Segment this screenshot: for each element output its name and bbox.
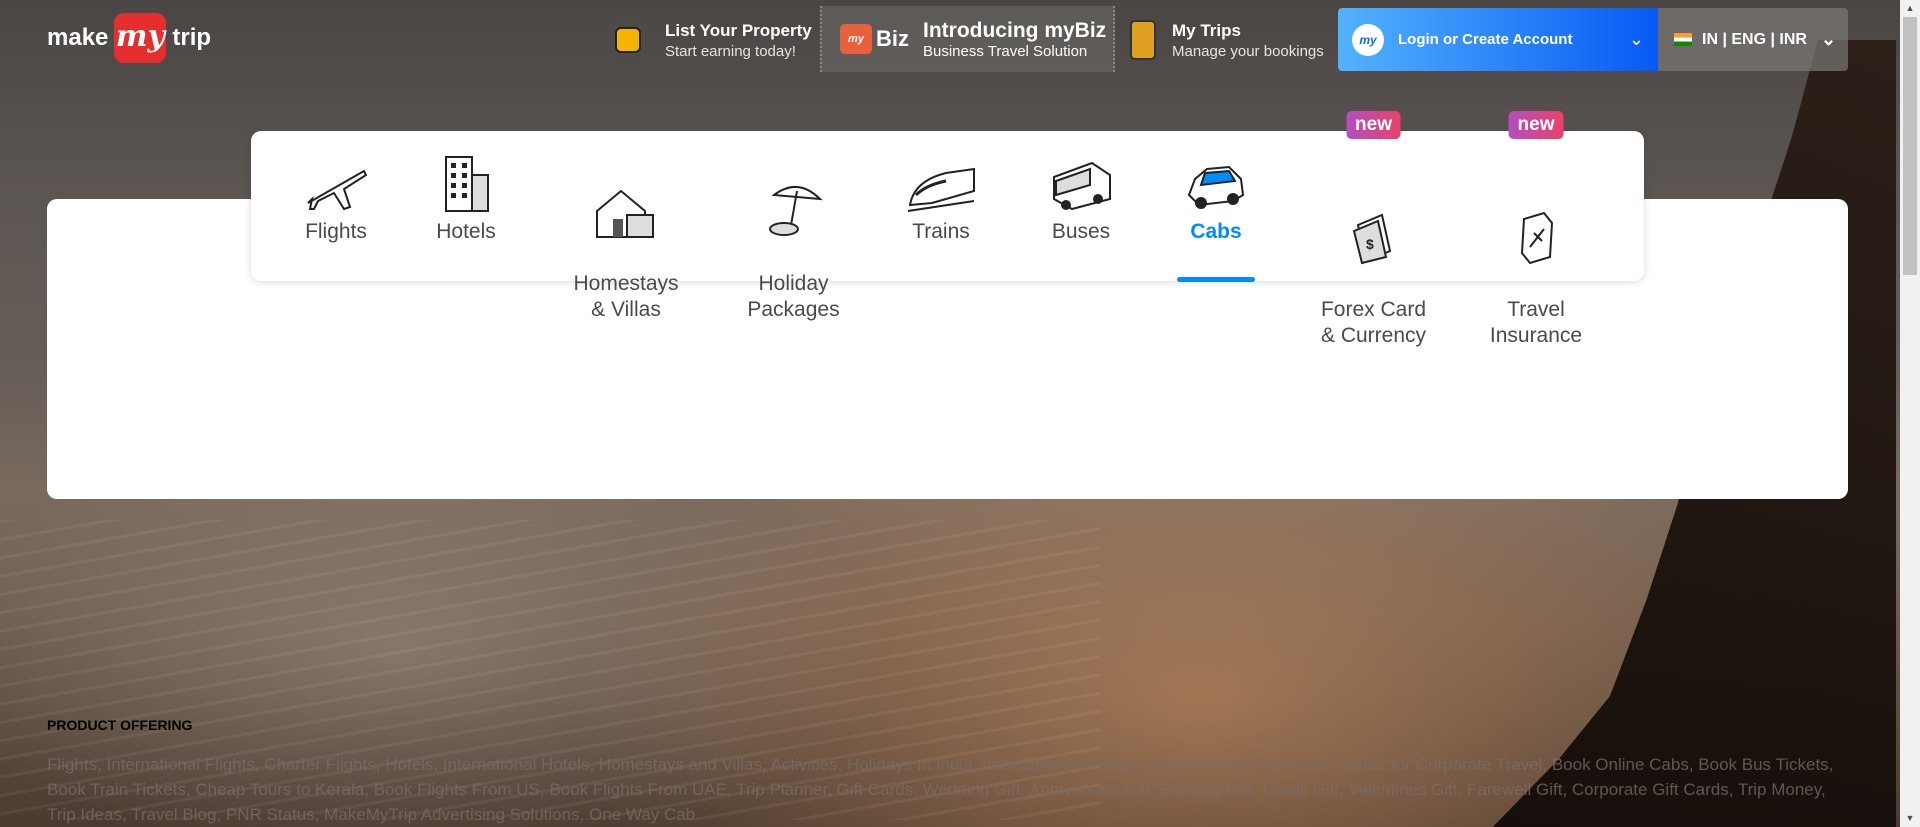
forex-card-icon: $ — [1316, 195, 1431, 265]
beach-umbrella-icon — [731, 169, 856, 239]
nav-label-buses: Buses — [1051, 220, 1111, 243]
nav-label-hotels: Hotels — [436, 220, 496, 243]
user-avatar-icon: my — [1352, 23, 1384, 56]
mybiz-logo-word: Biz — [876, 26, 909, 51]
cab-icon — [1166, 143, 1266, 213]
logo-make: make — [47, 24, 109, 51]
house-icon — [561, 169, 691, 239]
vertical-scrollbar[interactable]: ▲ ▼ — [1900, 0, 1920, 827]
product-offering-title: PRODUCT OFFERING — [47, 717, 193, 733]
list-property-subtitle: Start earning today! — [665, 42, 796, 60]
suitcase-icon — [1130, 20, 1156, 60]
insurance-shield-icon — [1486, 195, 1586, 265]
train-icon — [891, 143, 991, 213]
product-nav: Flights Hotels Homestays & Villas Holida… — [251, 111, 1644, 347]
mybiz-title: Introducing myBiz — [923, 18, 1107, 42]
nav-item-holiday-packages[interactable]: Holiday Packages — [731, 131, 856, 321]
mybiz-subtitle: Business Travel Solution — [923, 42, 1088, 60]
my-trips-link[interactable]: My Trips Manage your bookings — [1130, 10, 1324, 70]
new-badge: new — [1508, 111, 1564, 139]
nav-item-travel-insurance[interactable]: new Travel Insurance — [1486, 111, 1586, 347]
top-header: make my trip List Your Property Start ea… — [0, 0, 1900, 80]
nav-label-cabs: Cabs — [1190, 220, 1242, 243]
nav-label-homestays: Homestays & Villas — [573, 272, 679, 321]
india-flag-icon — [1674, 33, 1692, 46]
logo-trip: trip — [172, 24, 212, 51]
makemytrip-logo[interactable]: make my trip — [47, 13, 211, 63]
nav-item-hotels[interactable]: Hotels — [421, 131, 511, 281]
chevron-down-icon: ⌄ — [1628, 29, 1644, 49]
airplane-icon — [281, 143, 391, 213]
my-trips-subtitle: Manage your bookings — [1172, 42, 1324, 60]
scroll-down-arrow-icon[interactable]: ▼ — [1900, 810, 1920, 827]
nav-item-trains[interactable]: Trains — [891, 131, 991, 281]
nav-label-forex: Forex Card & Currency — [1320, 298, 1427, 347]
hotel-icon — [421, 143, 511, 213]
scrollbar-thumb[interactable] — [1903, 17, 1917, 275]
nav-item-homestays[interactable]: Homestays & Villas — [561, 131, 691, 321]
locale-selector[interactable]: IN | ENG | INR ⌄ — [1658, 8, 1848, 71]
briefcase-icon: my — [840, 24, 872, 54]
list-property-title: List Your Property — [665, 20, 812, 40]
nav-label-holiday-packages: Holiday Packages — [747, 272, 840, 321]
login-label: Login or Create Account — [1398, 31, 1573, 48]
mybiz-link[interactable]: my Biz Introducing myBiz Business Travel… — [820, 6, 1115, 72]
scroll-up-arrow-icon[interactable]: ▲ — [1900, 0, 1920, 17]
mybiz-logo: my Biz — [840, 24, 909, 54]
house-key-icon — [604, 16, 652, 64]
nav-label-travel-insurance: Travel Insurance — [1489, 298, 1583, 347]
login-button[interactable]: my Login or Create Account ⌄ — [1338, 8, 1658, 71]
my-trips-title: My Trips — [1172, 20, 1241, 40]
nav-label-flights: Flights — [305, 220, 367, 243]
chevron-down-icon: ⌄ — [1820, 29, 1837, 49]
bus-icon — [1031, 143, 1131, 213]
nav-label-trains: Trains — [912, 220, 970, 243]
new-badge: new — [1346, 111, 1401, 139]
svg-text:$: $ — [1366, 236, 1374, 252]
locale-label: IN | ENG | INR — [1702, 30, 1807, 48]
nav-item-buses[interactable]: Buses — [1031, 131, 1131, 281]
nav-item-flights[interactable]: Flights — [281, 131, 391, 281]
logo-my-badge: my — [114, 13, 167, 63]
product-offering-links[interactable]: Flights, International Flights, Charter … — [47, 752, 1847, 827]
nav-item-cabs[interactable]: Cabs — [1166, 131, 1266, 282]
list-property-link[interactable]: List Your Property Start earning today! — [604, 10, 812, 70]
nav-item-forex[interactable]: new $ Forex Card & Currency — [1316, 111, 1431, 347]
